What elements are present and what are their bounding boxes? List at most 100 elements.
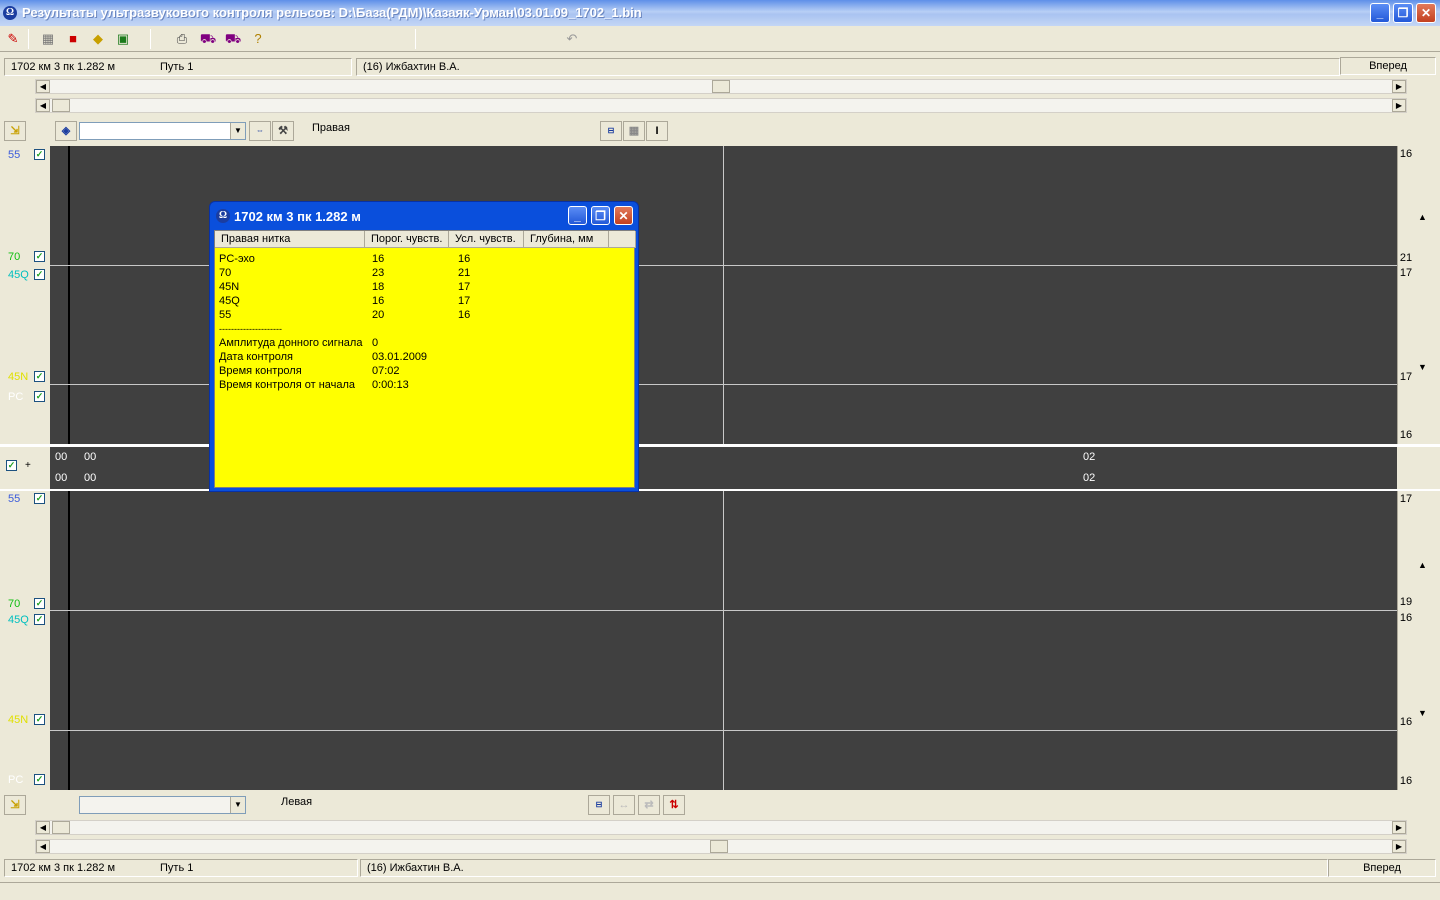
scroll-left-icon[interactable]: ◀	[36, 840, 50, 853]
column-header[interactable]: Глубина, мм	[524, 231, 609, 248]
table-cell: 16	[458, 309, 471, 321]
pk-icon[interactable]: ⇔	[249, 121, 271, 141]
popup-maximize-button[interactable]: ❐	[591, 206, 610, 225]
channel-checkbox[interactable]: ✓	[34, 391, 45, 402]
scroll-left-icon[interactable]: ◀	[36, 80, 50, 93]
table-cell: 17	[458, 295, 471, 307]
channel-checkbox[interactable]: ✓	[34, 614, 45, 625]
right-combo[interactable]: ▼	[79, 122, 246, 140]
close-button[interactable]: ✕	[1416, 3, 1436, 23]
scroll-up-icon[interactable]: ▲	[1418, 212, 1427, 222]
status-position: 1702 км 3 пк 1.282 м	[11, 862, 116, 874]
scroll-right-icon[interactable]: ▶	[1392, 80, 1406, 93]
goto-icon[interactable]: ⇲	[4, 795, 26, 815]
popup-minimize-button[interactable]: _	[568, 206, 587, 225]
scroll-right-icon[interactable]: ▶	[1392, 99, 1406, 112]
car-icon[interactable]: ⛟	[198, 29, 218, 49]
scroll-right-icon[interactable]: ▶	[1392, 840, 1406, 853]
channel-label: 70	[8, 251, 21, 263]
undo-icon[interactable]: ↶	[562, 29, 582, 49]
channel-label: 55	[8, 493, 21, 505]
scroll-thumb[interactable]	[52, 821, 70, 834]
info-label: Дата контроля	[219, 351, 293, 363]
info-value: 03.01.2009	[372, 351, 428, 363]
top-scrollbar-2[interactable]: ◀ ▶	[35, 98, 1407, 113]
scroll-left-icon[interactable]: ◀	[36, 99, 50, 112]
bookmark-icon[interactable]: ◈	[55, 121, 77, 141]
channel-checkbox[interactable]: ✓	[34, 774, 45, 785]
direction-button[interactable]: Вперед	[1328, 859, 1436, 877]
table-cell: 21	[458, 267, 471, 279]
middle-checkbox[interactable]: ✓	[6, 460, 17, 471]
scroll-down-icon[interactable]: ▼	[1418, 708, 1427, 718]
channel-checkbox[interactable]: ✓	[34, 149, 45, 160]
table-icon[interactable]: ▦	[38, 29, 58, 49]
scroll-up-icon[interactable]: ▲	[1418, 560, 1427, 570]
sort-icon[interactable]: ⇅	[663, 795, 685, 815]
channel-checkbox[interactable]: ✓	[34, 269, 45, 280]
tool-icon[interactable]: ⚒	[272, 121, 294, 141]
left-rail-plot[interactable]	[50, 491, 1397, 790]
direction-button[interactable]: Вперед	[1340, 57, 1436, 75]
table-cell: 16	[372, 253, 385, 265]
table-cell: 18	[372, 281, 385, 293]
strip-value: 00	[84, 472, 97, 484]
info-popup-window[interactable]: Ω 1702 км 3 пк 1.282 м _ ❐ ✕ Правая нитк…	[209, 201, 639, 492]
channel-checkbox[interactable]: ✓	[34, 371, 45, 382]
export-icon[interactable]: ▣	[113, 29, 133, 49]
channel-checkbox[interactable]: ✓	[34, 251, 45, 262]
channel-checkbox[interactable]: ✓	[34, 493, 45, 504]
right-rail-label: Правая	[312, 122, 350, 134]
column-header[interactable]: Правая нитка	[215, 231, 365, 248]
scroll-left-icon[interactable]: ◀	[36, 821, 50, 834]
scroll-thumb[interactable]	[710, 840, 728, 853]
print-icon[interactable]: ⎙	[172, 29, 192, 49]
cursor-icon[interactable]: I	[646, 121, 668, 141]
help-icon[interactable]: ?	[248, 29, 268, 49]
goto-icon[interactable]: ⇲	[4, 121, 26, 141]
chart-icon[interactable]: ■	[63, 29, 83, 49]
chevron-down-icon[interactable]: ▼	[230, 797, 245, 813]
scroll-thumb[interactable]	[52, 99, 70, 112]
measure-icon[interactable]: ⊟	[600, 121, 622, 141]
column-header[interactable]: Порог. чувств.	[365, 231, 449, 248]
table-cell: 45Q	[219, 295, 240, 307]
scale-value: 19	[1399, 596, 1413, 608]
info-value: 07:02	[372, 365, 400, 377]
scroll-down-icon[interactable]: ▼	[1418, 362, 1427, 372]
status-track: Путь 1	[160, 862, 194, 874]
diamond-icon[interactable]: ◆	[88, 29, 108, 49]
chevron-down-icon[interactable]: ▼	[230, 123, 245, 139]
scale-value: 17	[1399, 371, 1413, 383]
measure-icon[interactable]: ⊟	[588, 795, 610, 815]
restore-button[interactable]: ❐	[1393, 3, 1413, 23]
bottom-scrollbar-2[interactable]: ◀ ▶	[35, 839, 1407, 854]
minimize-button[interactable]: _	[1370, 3, 1390, 23]
width-icon[interactable]: ↔	[613, 795, 635, 815]
top-scrollbar-1[interactable]: ◀ ▶	[35, 79, 1407, 94]
scale-value: 17	[1399, 493, 1413, 505]
swap-icon[interactable]: ⇄	[638, 795, 660, 815]
scale-value: 16	[1399, 775, 1413, 787]
scroll-thumb[interactable]	[712, 80, 730, 93]
toolbar-separator	[150, 29, 151, 49]
channel-label: 70	[8, 598, 21, 610]
column-header[interactable]: Усл. чувств.	[449, 231, 524, 248]
bottom-scrollbar-1[interactable]: ◀ ▶	[35, 820, 1407, 835]
grid-icon[interactable]: ▦	[623, 121, 645, 141]
plot-grid-v	[723, 146, 724, 444]
car-search-icon[interactable]: ⛟	[223, 29, 243, 49]
status-bottom-left: 1702 км 3 пк 1.282 м Путь 1	[4, 859, 358, 877]
left-combo[interactable]: ▼	[79, 796, 246, 814]
app-icon: Ω	[3, 6, 17, 20]
column-header-filler	[609, 231, 636, 248]
pencil-icon[interactable]: ✎	[3, 29, 23, 49]
popup-title: 1702 км 3 пк 1.282 м	[234, 209, 361, 224]
main-toolbar: ✎ ▦ ■ ◆ ▣ ⎙ ⛟ ⛟ ? ↶	[0, 26, 1440, 52]
channel-checkbox[interactable]: ✓	[34, 714, 45, 725]
table-cell: PC-эхо	[219, 253, 255, 265]
plot-marker-line	[68, 491, 70, 790]
scroll-right-icon[interactable]: ▶	[1392, 821, 1406, 834]
channel-checkbox[interactable]: ✓	[34, 598, 45, 609]
popup-close-button[interactable]: ✕	[614, 206, 633, 225]
